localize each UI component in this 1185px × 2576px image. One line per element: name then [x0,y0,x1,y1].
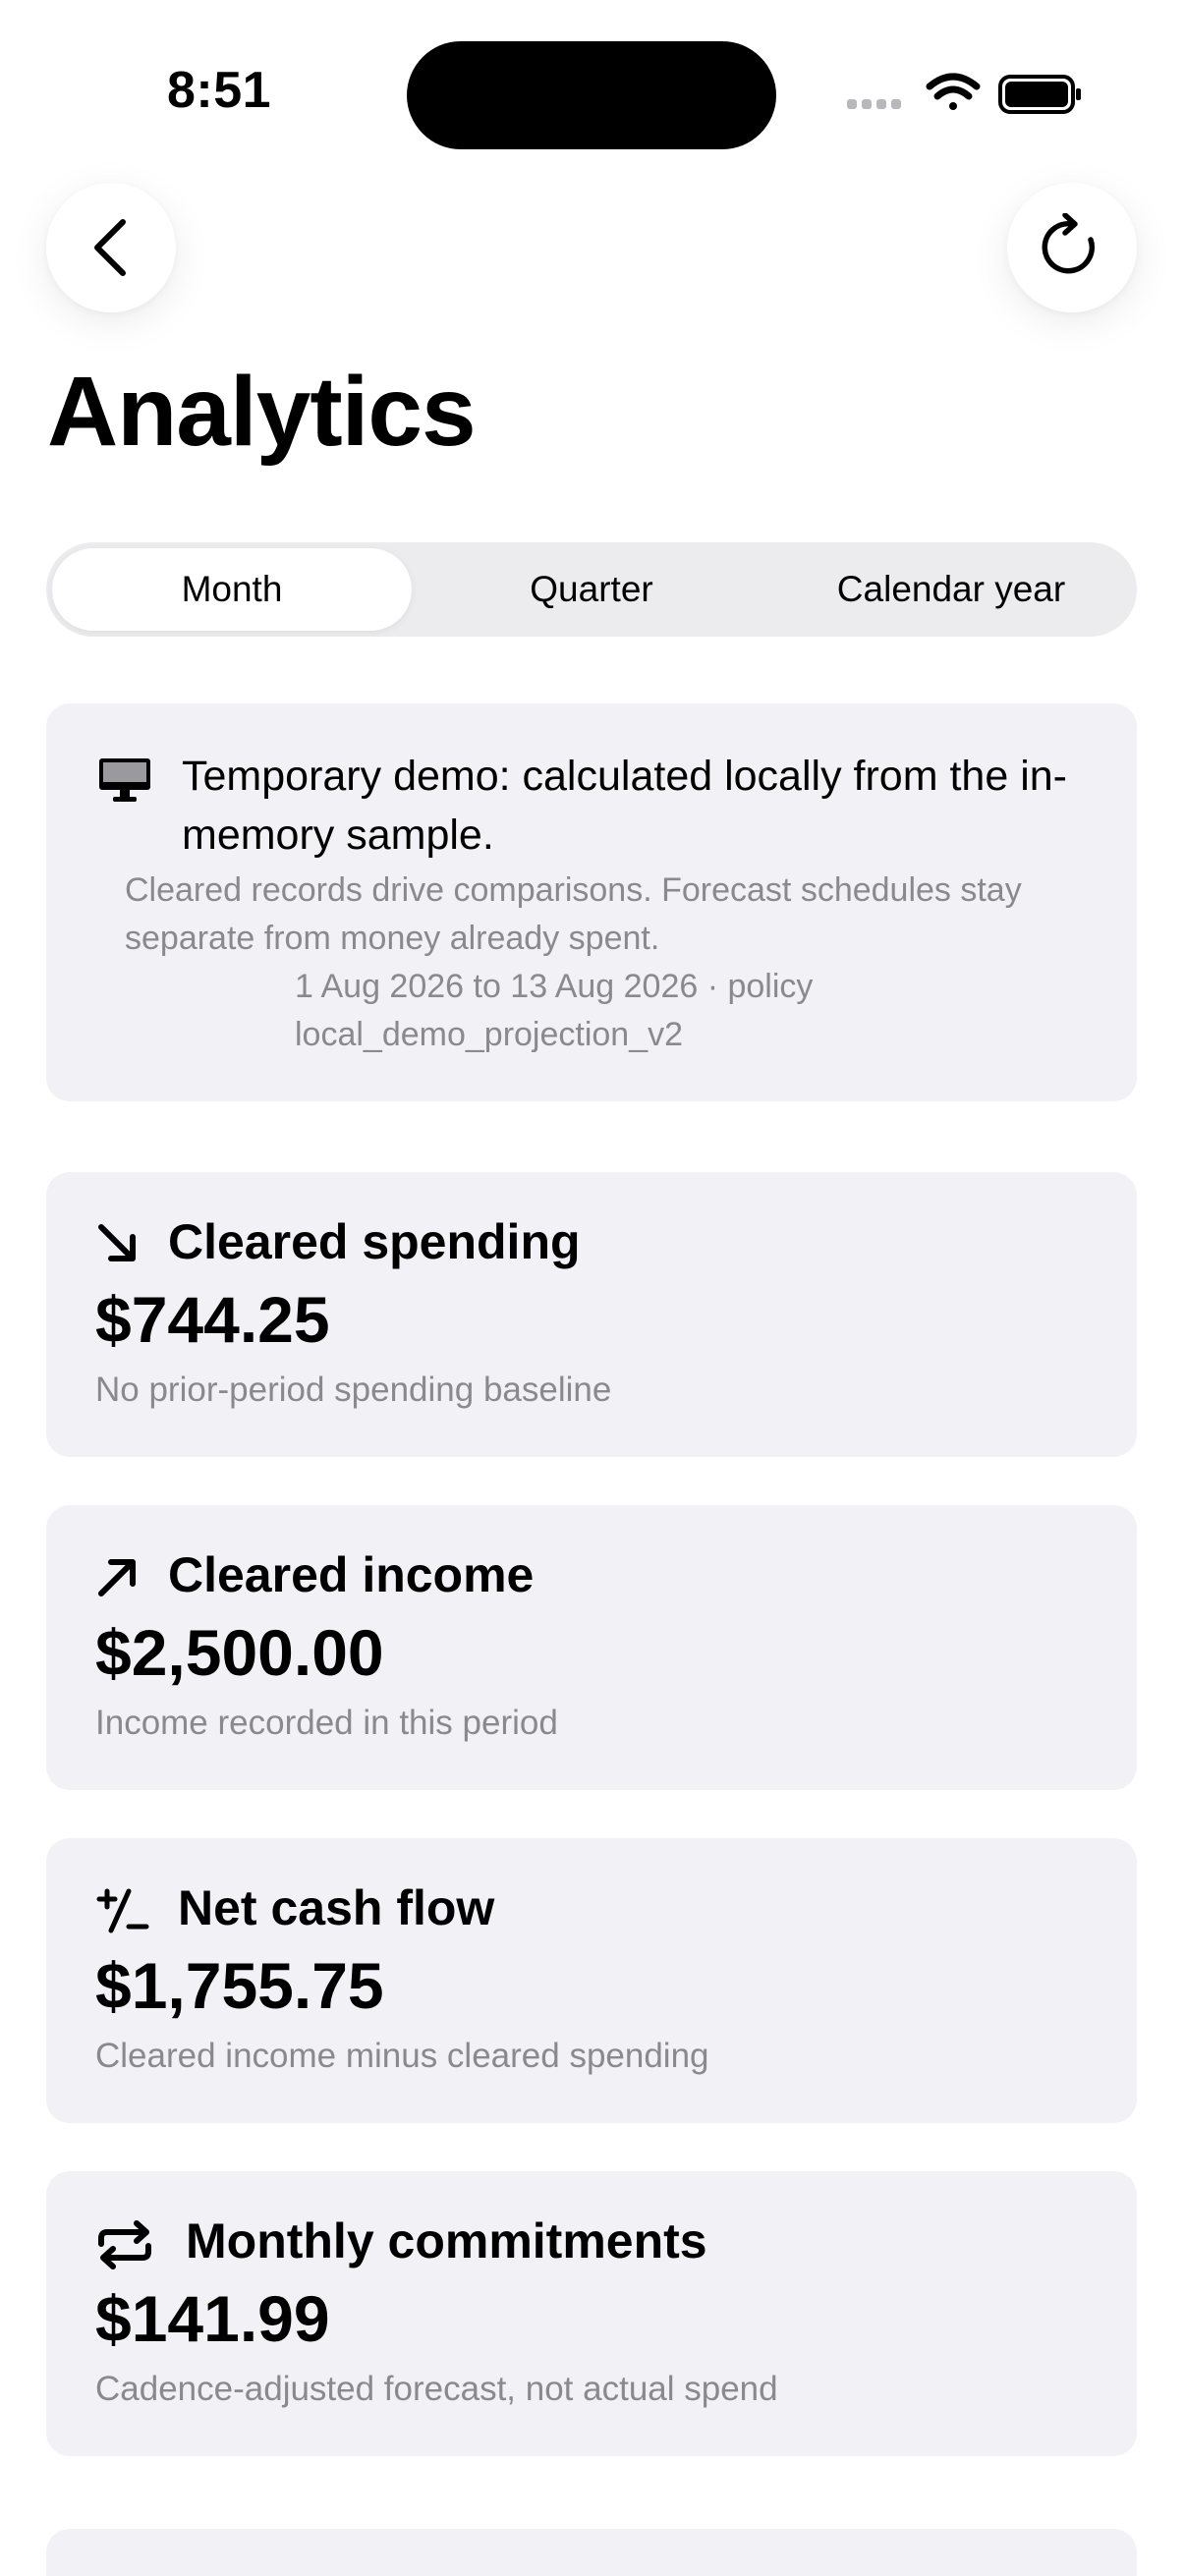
page-title: Analytics [47,357,477,467]
segment-month[interactable]: Month [52,548,412,631]
battery-icon [998,75,1081,114]
back-button[interactable] [46,183,176,312]
plus-minus-icon [96,1888,149,1933]
notice-date-range: 1 Aug 2026 to 13 Aug 2026 · policy local… [295,968,814,1053]
metric-value: $1,755.75 [95,1949,384,2022]
status-icons [847,73,1081,114]
dynamic-island [407,41,776,149]
metric-card-cleared-income[interactable]: Cleared income $2,500.00 Income recorded… [46,1505,1137,1790]
notice-subtitle: Cleared records drive comparisons. Forec… [125,871,1022,957]
segment-calendar-year[interactable]: Calendar year [771,548,1131,631]
desktop-icon [99,758,150,802]
cellular-signal-icon [847,99,901,109]
metric-card-monthly-commitments[interactable]: Monthly commitments $141.99 Cadence-adju… [46,2171,1137,2456]
segment-quarter[interactable]: Quarter [412,548,771,631]
demo-notice-card: Temporary demo: calculated locally from … [46,703,1137,1101]
metric-card-net-cash-flow[interactable]: Net cash flow $1,755.75 Cleared income m… [46,1838,1137,2123]
arrow-down-right-icon [98,1224,136,1261]
metric-title: Cleared income [168,1547,535,1602]
metric-value: $141.99 [95,2282,330,2355]
next-card-peek [46,2529,1137,2576]
wifi-icon [926,73,981,110]
metric-title: Monthly commitments [186,2213,707,2268]
status-time: 8:51 [167,62,272,119]
metric-subtitle: Cleared income minus cleared spending [95,2037,709,2075]
chevron-left-icon [94,219,126,276]
metric-title: Cleared spending [168,1214,581,1269]
refresh-button[interactable] [1007,183,1137,312]
metric-card-cleared-spending[interactable]: Cleared spending $744.25 No prior-period… [46,1172,1137,1457]
refresh-icon [1042,213,1096,274]
metric-value: $2,500.00 [95,1616,384,1689]
metric-value: $744.25 [95,1283,330,1356]
period-segmented-control: Month Quarter Calendar year [46,542,1137,637]
metric-subtitle: Cadence-adjusted forecast, not actual sp… [95,2370,778,2408]
metric-subtitle: No prior-period spending baseline [95,1371,612,1409]
repeat-icon [98,2220,151,2269]
metric-title: Net cash flow [178,1880,495,1935]
arrow-up-right-icon [98,1559,136,1596]
analytics-screen: 8:51 Analytics Month Quarter Calendar ye… [0,0,1185,2576]
notice-title: Temporary demo: calculated locally from … [182,753,1067,859]
metric-subtitle: Income recorded in this period [95,1704,558,1742]
